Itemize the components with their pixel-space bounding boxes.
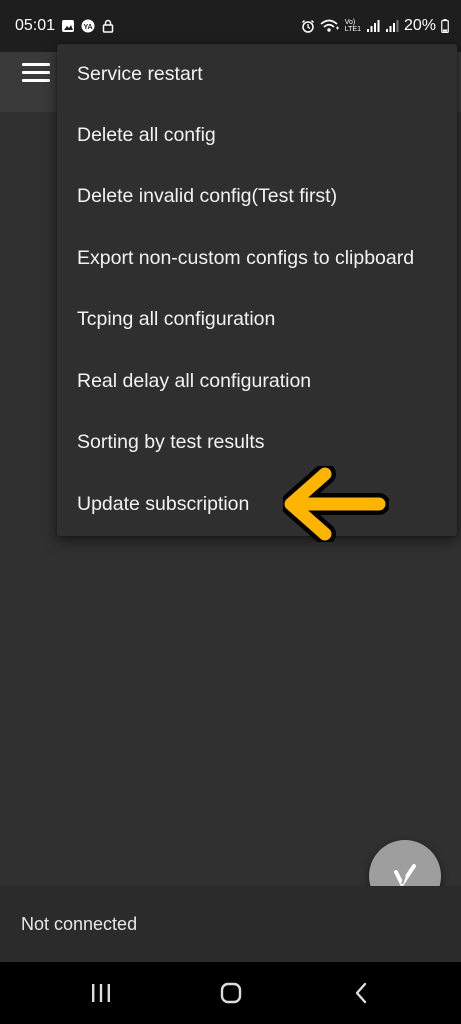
alarm-icon [301,19,314,33]
lock-icon [102,19,114,33]
menu-item-delete-invalid-config[interactable]: Delete invalid config(Test first) [57,166,457,227]
status-left: 05:01 YA [15,17,115,35]
connection-status-text: Not connected [21,914,138,934]
battery-percent: 20% [403,17,436,34]
hamburger-icon[interactable] [22,63,50,85]
app-notification-icon: YA [81,19,95,33]
svg-text:YA: YA [84,24,93,31]
signal-icon-2 [385,20,399,32]
recent-apps-icon[interactable] [86,978,116,1008]
home-icon[interactable] [216,978,246,1008]
overflow-menu: Service restart Delete all config Delete… [57,44,457,536]
status-time: 05:01 [15,17,56,34]
wifi-icon [320,19,339,32]
menu-item-tcping-all[interactable]: Tcping all configuration [57,289,457,350]
menu-item-sorting-by-results[interactable]: Sorting by test results [57,412,457,473]
signal-icon [366,20,380,32]
network-label: LTE1 [344,26,361,33]
menu-item-real-delay-all[interactable]: Real delay all configuration [57,351,457,412]
menu-item-export-configs[interactable]: Export non-custom configs to clipboard [57,228,457,289]
back-icon[interactable] [346,978,376,1008]
menu-item-update-subscription[interactable]: Update subscription [57,474,457,535]
menu-item-service-restart[interactable]: Service restart [57,44,457,105]
status-right: Vo) LTE1 20% [301,17,449,35]
gallery-icon [62,20,75,32]
battery-icon [441,19,449,33]
volte-icon: Vo) LTE1 [344,19,361,33]
menu-item-delete-all-config[interactable]: Delete all config [57,105,457,166]
pointing-arrow-icon [283,466,389,542]
